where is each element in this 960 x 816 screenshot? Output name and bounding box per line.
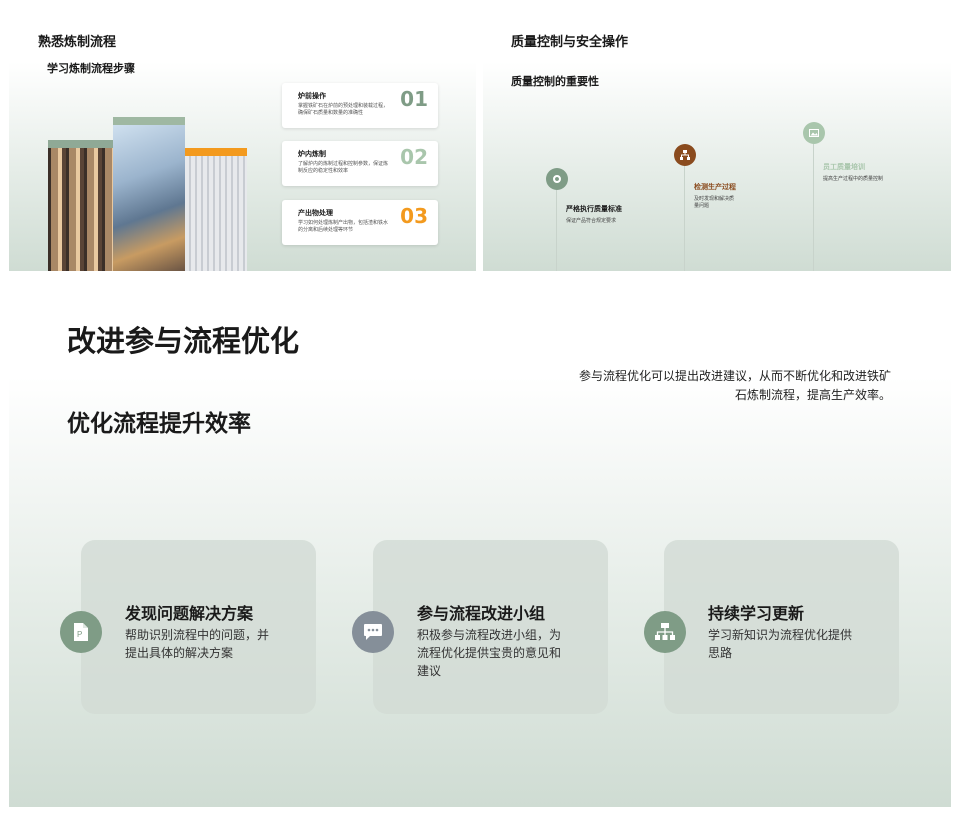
timeline-item-desc: 及时发现和解决质量问题 bbox=[694, 196, 735, 209]
slide-title: 质量控制与安全操作 bbox=[511, 35, 629, 50]
step-number: 02 bbox=[400, 145, 428, 169]
document-icon: P bbox=[60, 611, 102, 653]
slide-subtitle: 学习炼制流程步骤 bbox=[47, 62, 135, 75]
step-desc: 了解炉内的炼制过程和控制参数，保证炼制反应的稳定性和效率 bbox=[298, 161, 389, 174]
hierarchy-icon bbox=[674, 144, 696, 166]
step-title: 炉前操作 bbox=[298, 92, 326, 100]
step-number: 01 bbox=[400, 87, 428, 111]
target-icon bbox=[546, 168, 568, 190]
step-card-2: 炉内炼制 了解炉内的炼制过程和控制参数，保证炼制反应的稳定性和效率 02 bbox=[282, 141, 438, 186]
timeline-line bbox=[813, 144, 814, 271]
card-desc: 帮助识别流程中的问题，并提出具体的解决方案 bbox=[125, 628, 270, 660]
card-title: 发现问题解决方案 bbox=[125, 604, 254, 623]
slide-subtitle: 优化流程提升效率 bbox=[67, 411, 251, 437]
building-photo-left bbox=[48, 140, 120, 271]
slide-description: 参与流程优化可以提出改进建议，从而不断优化和改进铁矿石炼制流程，提高生产效率。 bbox=[578, 369, 891, 402]
slide-thumbnail-1[interactable]: 熟悉炼制流程 学习炼制流程步骤 炉前操作 掌握铁矿石在炉前的预处理和装载过程，确… bbox=[9, 16, 476, 271]
step-number: 03 bbox=[400, 204, 428, 228]
card-desc: 积极参与流程改进小组，为流程优化提供宝贵的意见和建议 bbox=[417, 628, 562, 678]
svg-text:P: P bbox=[77, 630, 82, 639]
timeline-item-title: 检测生产过程 bbox=[694, 183, 736, 191]
card-desc: 学习新知识为流程优化提供思路 bbox=[708, 628, 853, 660]
image-icon bbox=[803, 122, 825, 144]
card-title: 持续学习更新 bbox=[708, 604, 805, 623]
step-card-3: 产出物处理 学习如何处理炼制产出物，包括渣和铁水的分离和后续处理等环节 03 bbox=[282, 200, 438, 245]
building-photo-right bbox=[185, 148, 247, 271]
step-title: 炉内炼制 bbox=[298, 150, 326, 158]
timeline-item-title: 严格执行质量标准 bbox=[566, 205, 622, 213]
timeline-item-desc: 保证产品符合规定要求 bbox=[566, 218, 617, 224]
timeline-item-title: 员工质量培训 bbox=[823, 163, 865, 171]
building-photo-center bbox=[113, 117, 185, 271]
timeline-item-desc: 提高生产过程中的质量控制 bbox=[823, 176, 884, 182]
slide-title: 改进参与流程优化 bbox=[67, 324, 300, 358]
step-title: 产出物处理 bbox=[298, 209, 333, 217]
chat-icon bbox=[352, 611, 394, 653]
slide-subtitle: 质量控制的重要性 bbox=[511, 75, 599, 88]
slide-title: 熟悉炼制流程 bbox=[38, 35, 117, 50]
slide-thumbnail-2[interactable]: 质量控制与安全操作 质量控制的重要性 严格执行质量标准 保证产品符合规定要求 检… bbox=[483, 16, 951, 271]
card-title: 参与流程改进小组 bbox=[417, 604, 546, 623]
timeline-line bbox=[684, 165, 685, 271]
step-desc: 掌握铁矿石在炉前的预处理和装载过程，确保矿石质量和数量的准确性 bbox=[298, 103, 389, 116]
slide-main: 改进参与流程优化 参与流程优化可以提出改进建议，从而不断优化和改进铁矿石炼制流程… bbox=[9, 282, 951, 807]
timeline-line bbox=[556, 189, 557, 271]
org-chart-icon bbox=[644, 611, 686, 653]
step-card-1: 炉前操作 掌握铁矿石在炉前的预处理和装载过程，确保矿石质量和数量的准确性 01 bbox=[282, 83, 438, 128]
step-desc: 学习如何处理炼制产出物，包括渣和铁水的分离和后续处理等环节 bbox=[298, 220, 389, 233]
